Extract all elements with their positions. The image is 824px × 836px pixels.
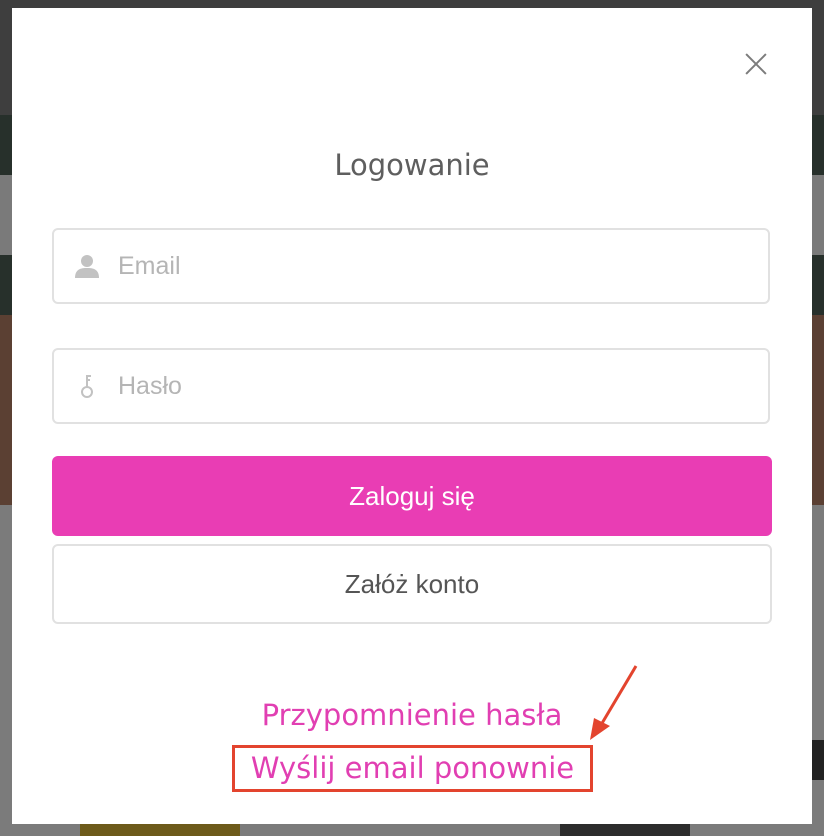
password-input[interactable] [116,370,768,402]
modal-title: Logowanie [334,148,490,182]
forgot-password-link[interactable]: Przypomnienie hasła [0,698,824,732]
login-button[interactable]: Zaloguj się [52,456,772,536]
annotation-arrow-icon [590,665,638,740]
email-field[interactable] [52,228,770,304]
bg-fragment [812,740,824,780]
register-button[interactable]: Załóż konto [52,544,772,624]
password-field[interactable] [52,348,770,424]
close-icon[interactable] [745,53,767,75]
bg-thumbnail [80,822,240,836]
user-icon [75,255,99,278]
bg-thumbnail [560,822,690,836]
key-icon [81,375,93,398]
resend-email-link[interactable]: Wyślij email ponownie [232,745,593,792]
email-input[interactable] [116,250,768,282]
